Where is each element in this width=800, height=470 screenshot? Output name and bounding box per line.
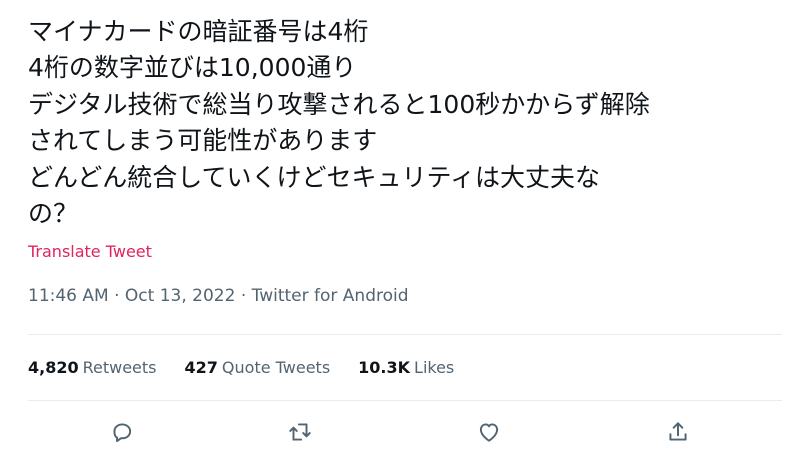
tweet-text-line: どんどん統合していくけどセキュリティは大丈夫な [28, 162, 601, 192]
divider [28, 400, 782, 401]
reply-icon [113, 423, 132, 443]
likes-label: Likes [414, 358, 455, 377]
retweets-label: Retweets [82, 358, 157, 377]
likes-stat[interactable]: 10.3K Likes [358, 358, 454, 377]
meta-separator: · [114, 286, 120, 306]
retweets-stat[interactable]: 4,820 Retweets [28, 358, 157, 377]
reply-button[interactable] [104, 414, 140, 450]
quote-tweets-label: Quote Tweets [221, 358, 331, 377]
retweet-button[interactable] [282, 414, 318, 450]
tweet-text-line: されてしまう可能性があります [28, 126, 378, 156]
tweet-source[interactable]: Twitter for Android [252, 286, 409, 306]
divider [28, 334, 782, 335]
quote-tweets-count: 427 [184, 358, 218, 377]
translate-tweet-link[interactable]: Translate Tweet [28, 242, 152, 261]
like-button[interactable] [471, 414, 507, 450]
engagement-stats: 4,820 Retweets 427 Quote Tweets 10.3K Likes [28, 358, 454, 377]
retweet-icon [289, 423, 311, 441]
tweet-actions [28, 414, 782, 450]
tweet-time[interactable]: 11:46 AM [28, 286, 109, 306]
quote-tweets-stat[interactable]: 427 Quote Tweets [185, 358, 331, 377]
tweet-text-line: マイナカードの暗証番号は4桁 [28, 17, 369, 46]
retweets-count: 4,820 [28, 358, 79, 377]
tweet-text-line: デジタル技術で総当り攻撃されると100秒かからず解除 [28, 89, 650, 119]
meta-separator: · [240, 286, 247, 306]
tweet-text: マイナカードの暗証番号は4桁 4桁の数字並びは10,000通り デジタル技術で総… [28, 14, 788, 232]
heart-icon [479, 423, 499, 442]
tweet-text-line: 4桁の数字並びは10,000通り [28, 53, 357, 83]
tweet-date[interactable]: Oct 13, 2022 [125, 286, 236, 306]
tweet-text-line: の？ [28, 199, 79, 229]
likes-count: 10.3K [358, 358, 411, 377]
share-icon [669, 422, 687, 441]
share-button[interactable] [660, 414, 696, 450]
tweet: マイナカードの暗証番号は4桁 4桁の数字並びは10,000通り デジタル技術で総… [0, 0, 800, 470]
tweet-metadata: 11:46 AM · Oct 13, 2022 · Twitter for An… [28, 286, 409, 306]
